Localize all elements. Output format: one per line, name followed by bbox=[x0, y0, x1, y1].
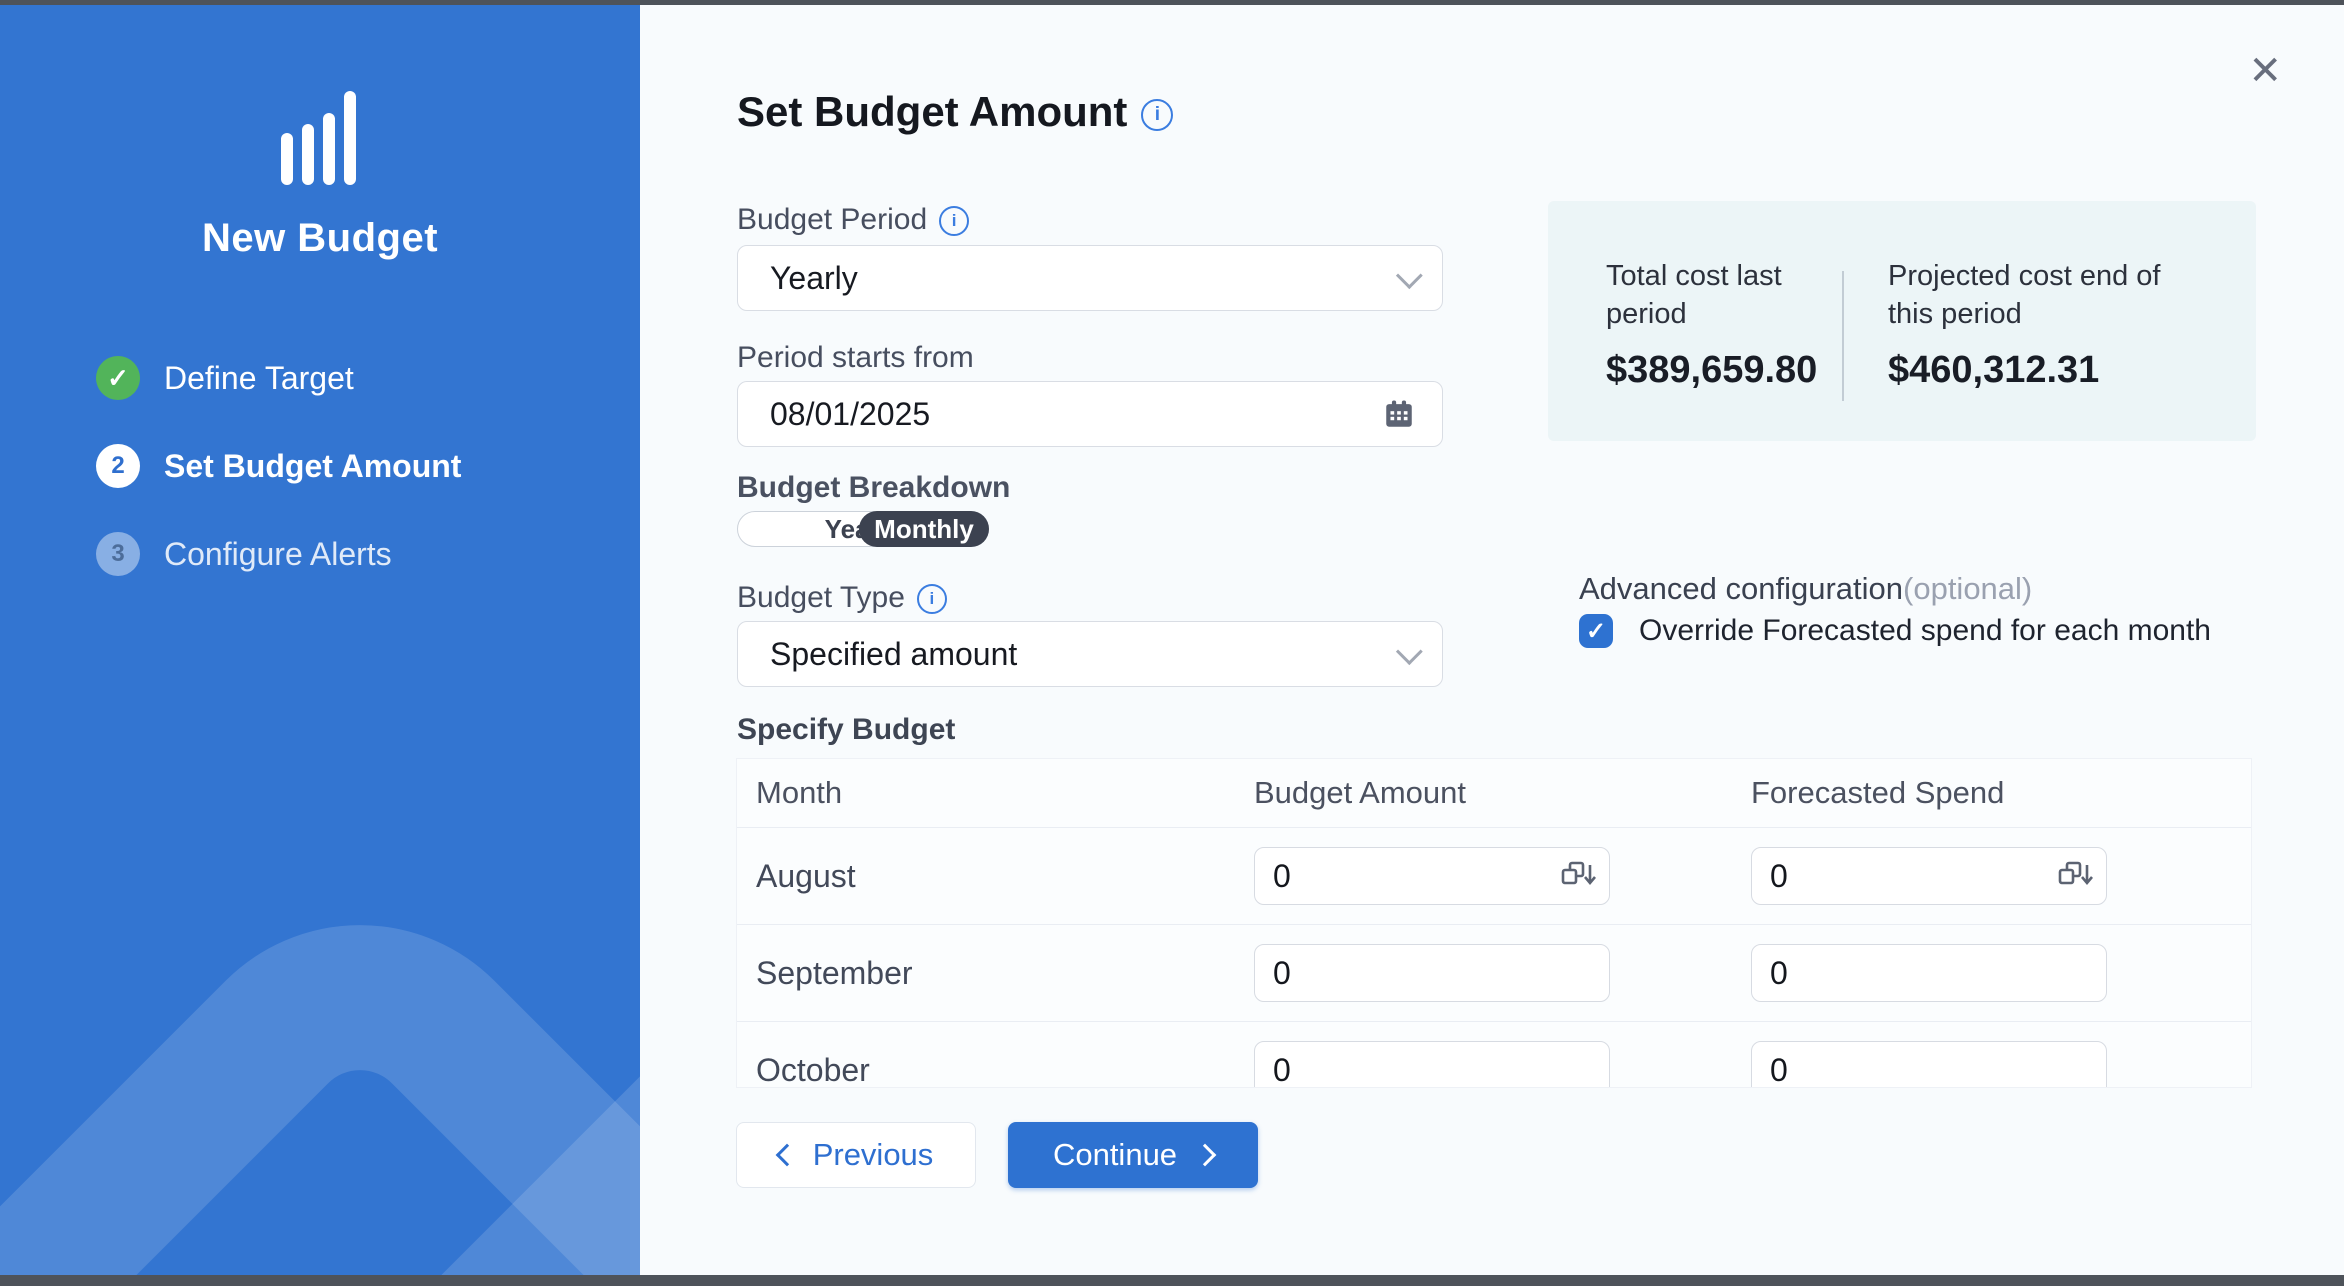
breakdown-monthly-option[interactable]: Monthly bbox=[859, 511, 989, 547]
override-forecast-checkbox[interactable]: ✓ bbox=[1579, 614, 1613, 648]
chevron-down-icon bbox=[1396, 638, 1423, 665]
step-set-budget-amount[interactable]: 2 Set Budget Amount bbox=[96, 444, 461, 488]
page-title: Set Budget Amounti bbox=[737, 88, 1173, 136]
wizard-title: New Budget bbox=[0, 216, 640, 261]
august-forecasted-spend-input[interactable] bbox=[1751, 847, 2107, 905]
bar-chart-logo-icon bbox=[281, 90, 356, 185]
chevron-left-icon bbox=[775, 1144, 798, 1167]
table-header-row: Month Budget Amount Forecasted Spend bbox=[737, 759, 2251, 827]
copy-down-icon[interactable] bbox=[2057, 860, 2093, 890]
september-budget-amount-input[interactable] bbox=[1254, 944, 1610, 1002]
total-cost-value: $389,659.80 bbox=[1606, 349, 1796, 392]
chevron-down-icon bbox=[1396, 262, 1423, 289]
step-define-target[interactable]: ✓ Define Target bbox=[96, 356, 461, 400]
wizard-steps: ✓ Define Target 2 Set Budget Amount 3 Co… bbox=[96, 356, 461, 620]
cost-summary-card: Total cost last period $389,659.80 Proje… bbox=[1548, 201, 2256, 441]
window-bottom-edge bbox=[0, 1275, 2344, 1286]
october-budget-amount-field bbox=[1254, 1041, 1610, 1088]
divider bbox=[1842, 271, 1844, 401]
budget-period-info-icon[interactable]: i bbox=[939, 206, 969, 236]
column-budget-amount: Budget Amount bbox=[1254, 775, 1751, 811]
step-configure-alerts[interactable]: 3 Configure Alerts bbox=[96, 532, 461, 576]
projected-cost-end-period: Projected cost end of this period $460,3… bbox=[1888, 257, 2208, 392]
continue-button[interactable]: Continue bbox=[1008, 1122, 1258, 1188]
august-forecasted-spend-field bbox=[1751, 847, 2107, 905]
october-budget-amount-input[interactable] bbox=[1254, 1041, 1610, 1088]
table-row-august: August bbox=[737, 827, 2251, 924]
check-circle-icon: ✓ bbox=[96, 356, 140, 400]
october-forecasted-spend-input[interactable] bbox=[1751, 1041, 2107, 1088]
august-budget-amount-input[interactable] bbox=[1254, 847, 1610, 905]
column-forecasted-spend: Forecasted Spend bbox=[1751, 775, 2251, 811]
title-info-icon[interactable]: i bbox=[1141, 99, 1173, 131]
table-row-october: October bbox=[737, 1021, 2251, 1088]
budget-breakdown-label: Budget Breakdown bbox=[737, 471, 1010, 505]
override-forecast-checkbox-row: ✓ Override Forecasted spend for each mon… bbox=[1579, 614, 2211, 648]
period-starts-date-input[interactable]: 08/01/2025 bbox=[737, 381, 1443, 447]
previous-button[interactable]: Previous bbox=[736, 1122, 976, 1188]
budget-type-select[interactable]: Specified amount bbox=[737, 621, 1443, 687]
calendar-icon bbox=[1382, 397, 1416, 431]
specify-budget-table: Month Budget Amount Forecasted Spend Aug… bbox=[736, 758, 2252, 1088]
budget-breakdown-toggle: Yearly Monthly bbox=[737, 511, 989, 547]
override-forecast-label: Override Forecasted spend for each month bbox=[1639, 614, 2211, 648]
budget-type-info-icon[interactable]: i bbox=[917, 584, 947, 614]
total-cost-last-period: Total cost last period $389,659.80 bbox=[1606, 257, 1796, 392]
copy-down-icon[interactable] bbox=[1560, 860, 1596, 890]
budget-type-label: Budget Typei bbox=[737, 581, 947, 615]
logo-bar bbox=[281, 133, 293, 185]
close-icon[interactable]: ✕ bbox=[2248, 51, 2282, 91]
budget-period-select[interactable]: Yearly bbox=[737, 245, 1443, 311]
window-top-edge bbox=[0, 0, 2344, 5]
specify-budget-label: Specify Budget bbox=[737, 713, 955, 747]
logo-bar bbox=[344, 91, 356, 185]
table-row-september: September bbox=[737, 924, 2251, 1021]
period-starts-label: Period starts from bbox=[737, 341, 974, 375]
optional-suffix: (optional) bbox=[1903, 571, 2032, 606]
september-forecasted-spend-input[interactable] bbox=[1751, 944, 2107, 1002]
chevron-right-icon bbox=[1194, 1144, 1217, 1167]
logo-bar bbox=[302, 124, 314, 185]
step-number-badge: 2 bbox=[96, 444, 140, 488]
step-number-badge: 3 bbox=[96, 532, 140, 576]
new-budget-modal: New Budget ✓ Define Target 2 Set Budget … bbox=[0, 0, 2344, 1286]
budget-period-label: Budget Periodi bbox=[737, 203, 969, 237]
projected-cost-value: $460,312.31 bbox=[1888, 349, 2208, 392]
column-month: Month bbox=[737, 775, 1254, 811]
september-forecasted-spend-field bbox=[1751, 944, 2107, 1002]
october-forecasted-spend-field bbox=[1751, 1041, 2107, 1088]
advanced-configuration-title: Advanced configuration(optional) bbox=[1579, 571, 2032, 607]
wizard-sidebar: New Budget ✓ Define Target 2 Set Budget … bbox=[0, 5, 640, 1275]
logo-bar bbox=[323, 113, 335, 185]
set-budget-amount-panel: Set Budget Amounti ✕ Budget Periodi Year… bbox=[640, 5, 2344, 1275]
september-budget-amount-field bbox=[1254, 944, 1610, 1002]
august-budget-amount-field bbox=[1254, 847, 1610, 905]
